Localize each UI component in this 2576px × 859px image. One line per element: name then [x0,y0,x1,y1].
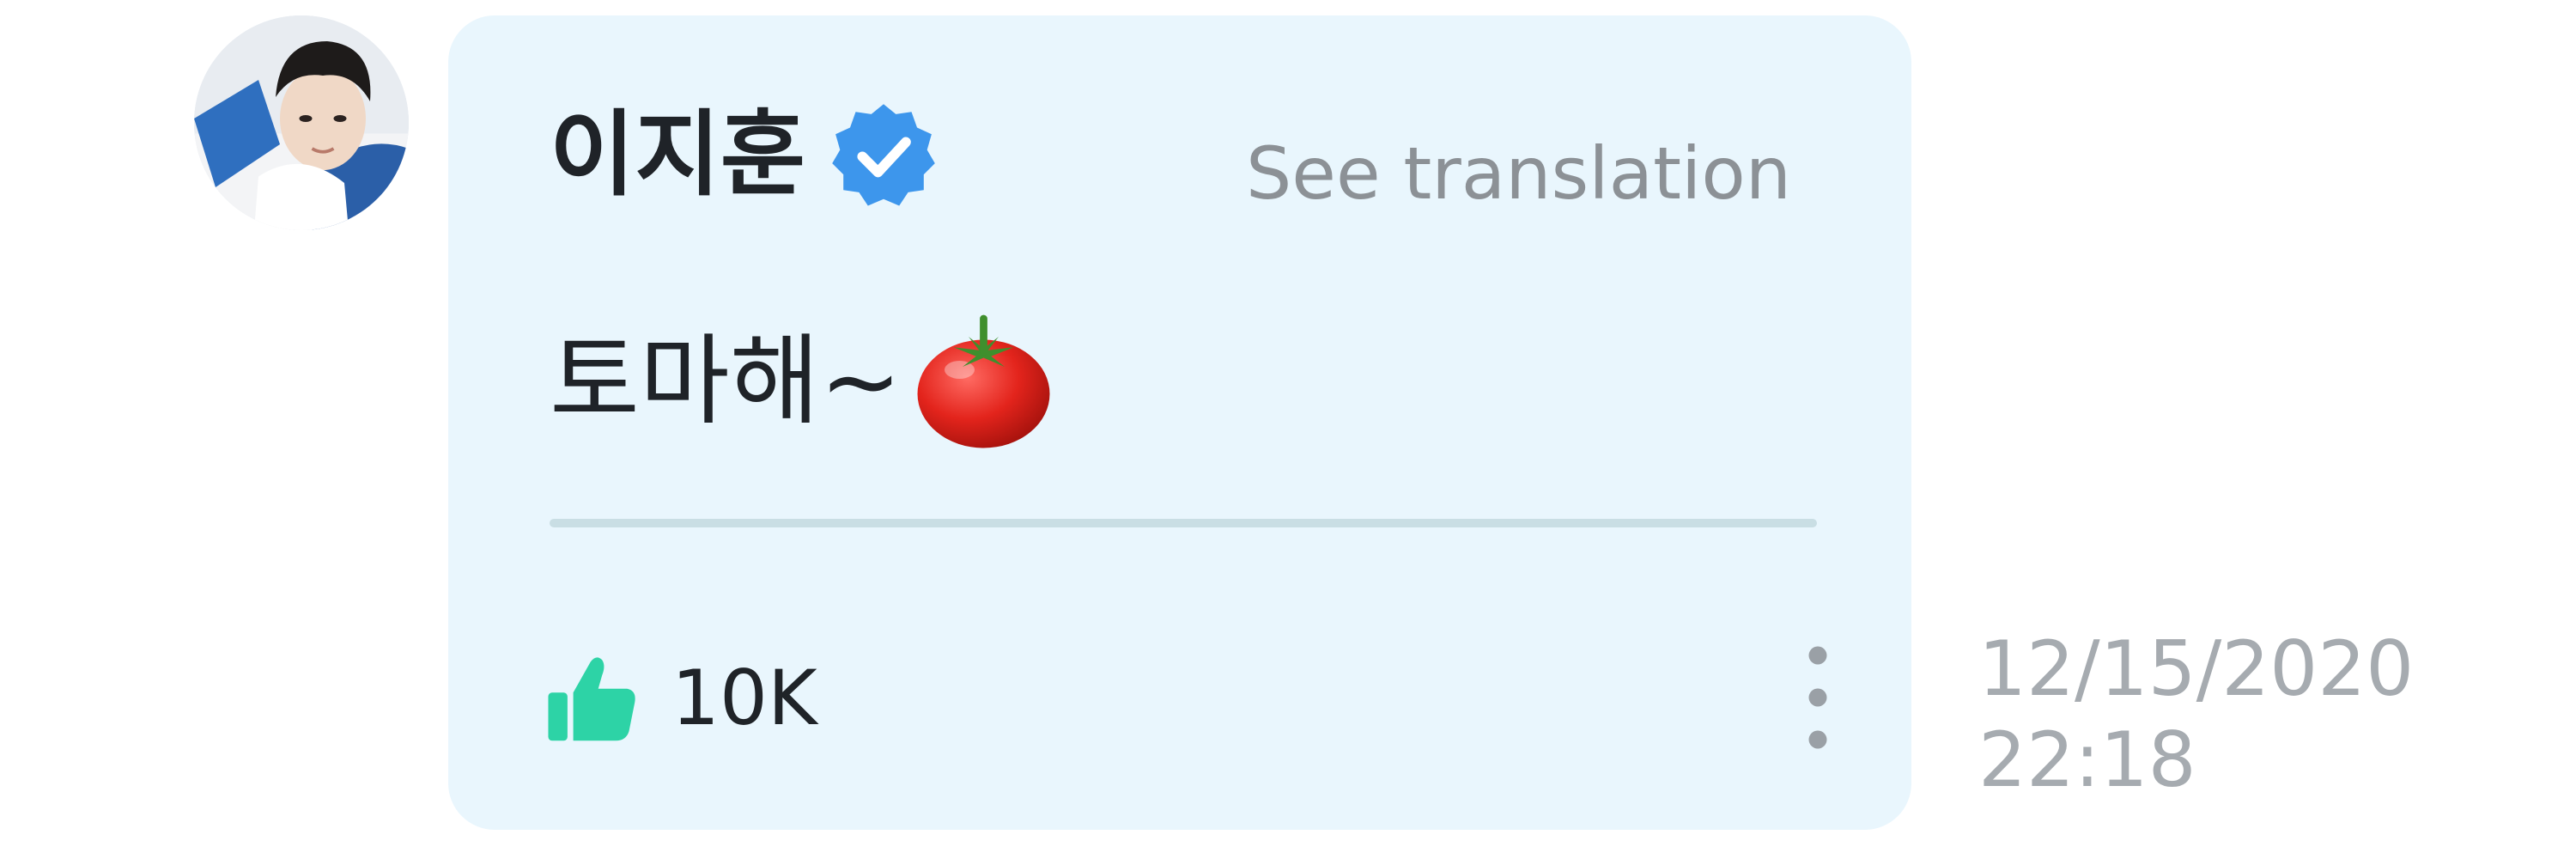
author-row: 이지훈 [550,91,939,220]
avatar[interactable] [194,15,409,230]
like-button[interactable]: 10K [544,650,817,746]
comment-time: 22:18 [1978,715,2196,804]
comment-timestamp: 12/15/2020 22:18 [1978,624,2414,805]
more-options-button[interactable] [1788,637,1848,758]
author-name[interactable]: 이지훈 [550,109,805,202]
comment-text: 토마해~ [550,324,902,438]
comment-thread: 이지훈 See translation 토마해~ 10K 12/15/2020 … [0,0,2576,859]
tomato-icon [908,307,1059,457]
verified-badge-icon [828,100,939,211]
comment-footer: 10K [544,643,817,754]
see-translation-link[interactable]: See translation [1246,137,1791,210]
thumbs-up-icon [544,650,641,746]
like-count: 10K [671,654,817,742]
more-vertical-icon [1808,646,1827,749]
divider [550,519,1817,527]
comment-date: 12/15/2020 [1978,624,2415,713]
avatar-image [194,15,409,230]
comment-bubble: 이지훈 See translation 토마해~ 10K [448,15,1911,830]
comment-message: 토마해~ [550,313,1059,450]
